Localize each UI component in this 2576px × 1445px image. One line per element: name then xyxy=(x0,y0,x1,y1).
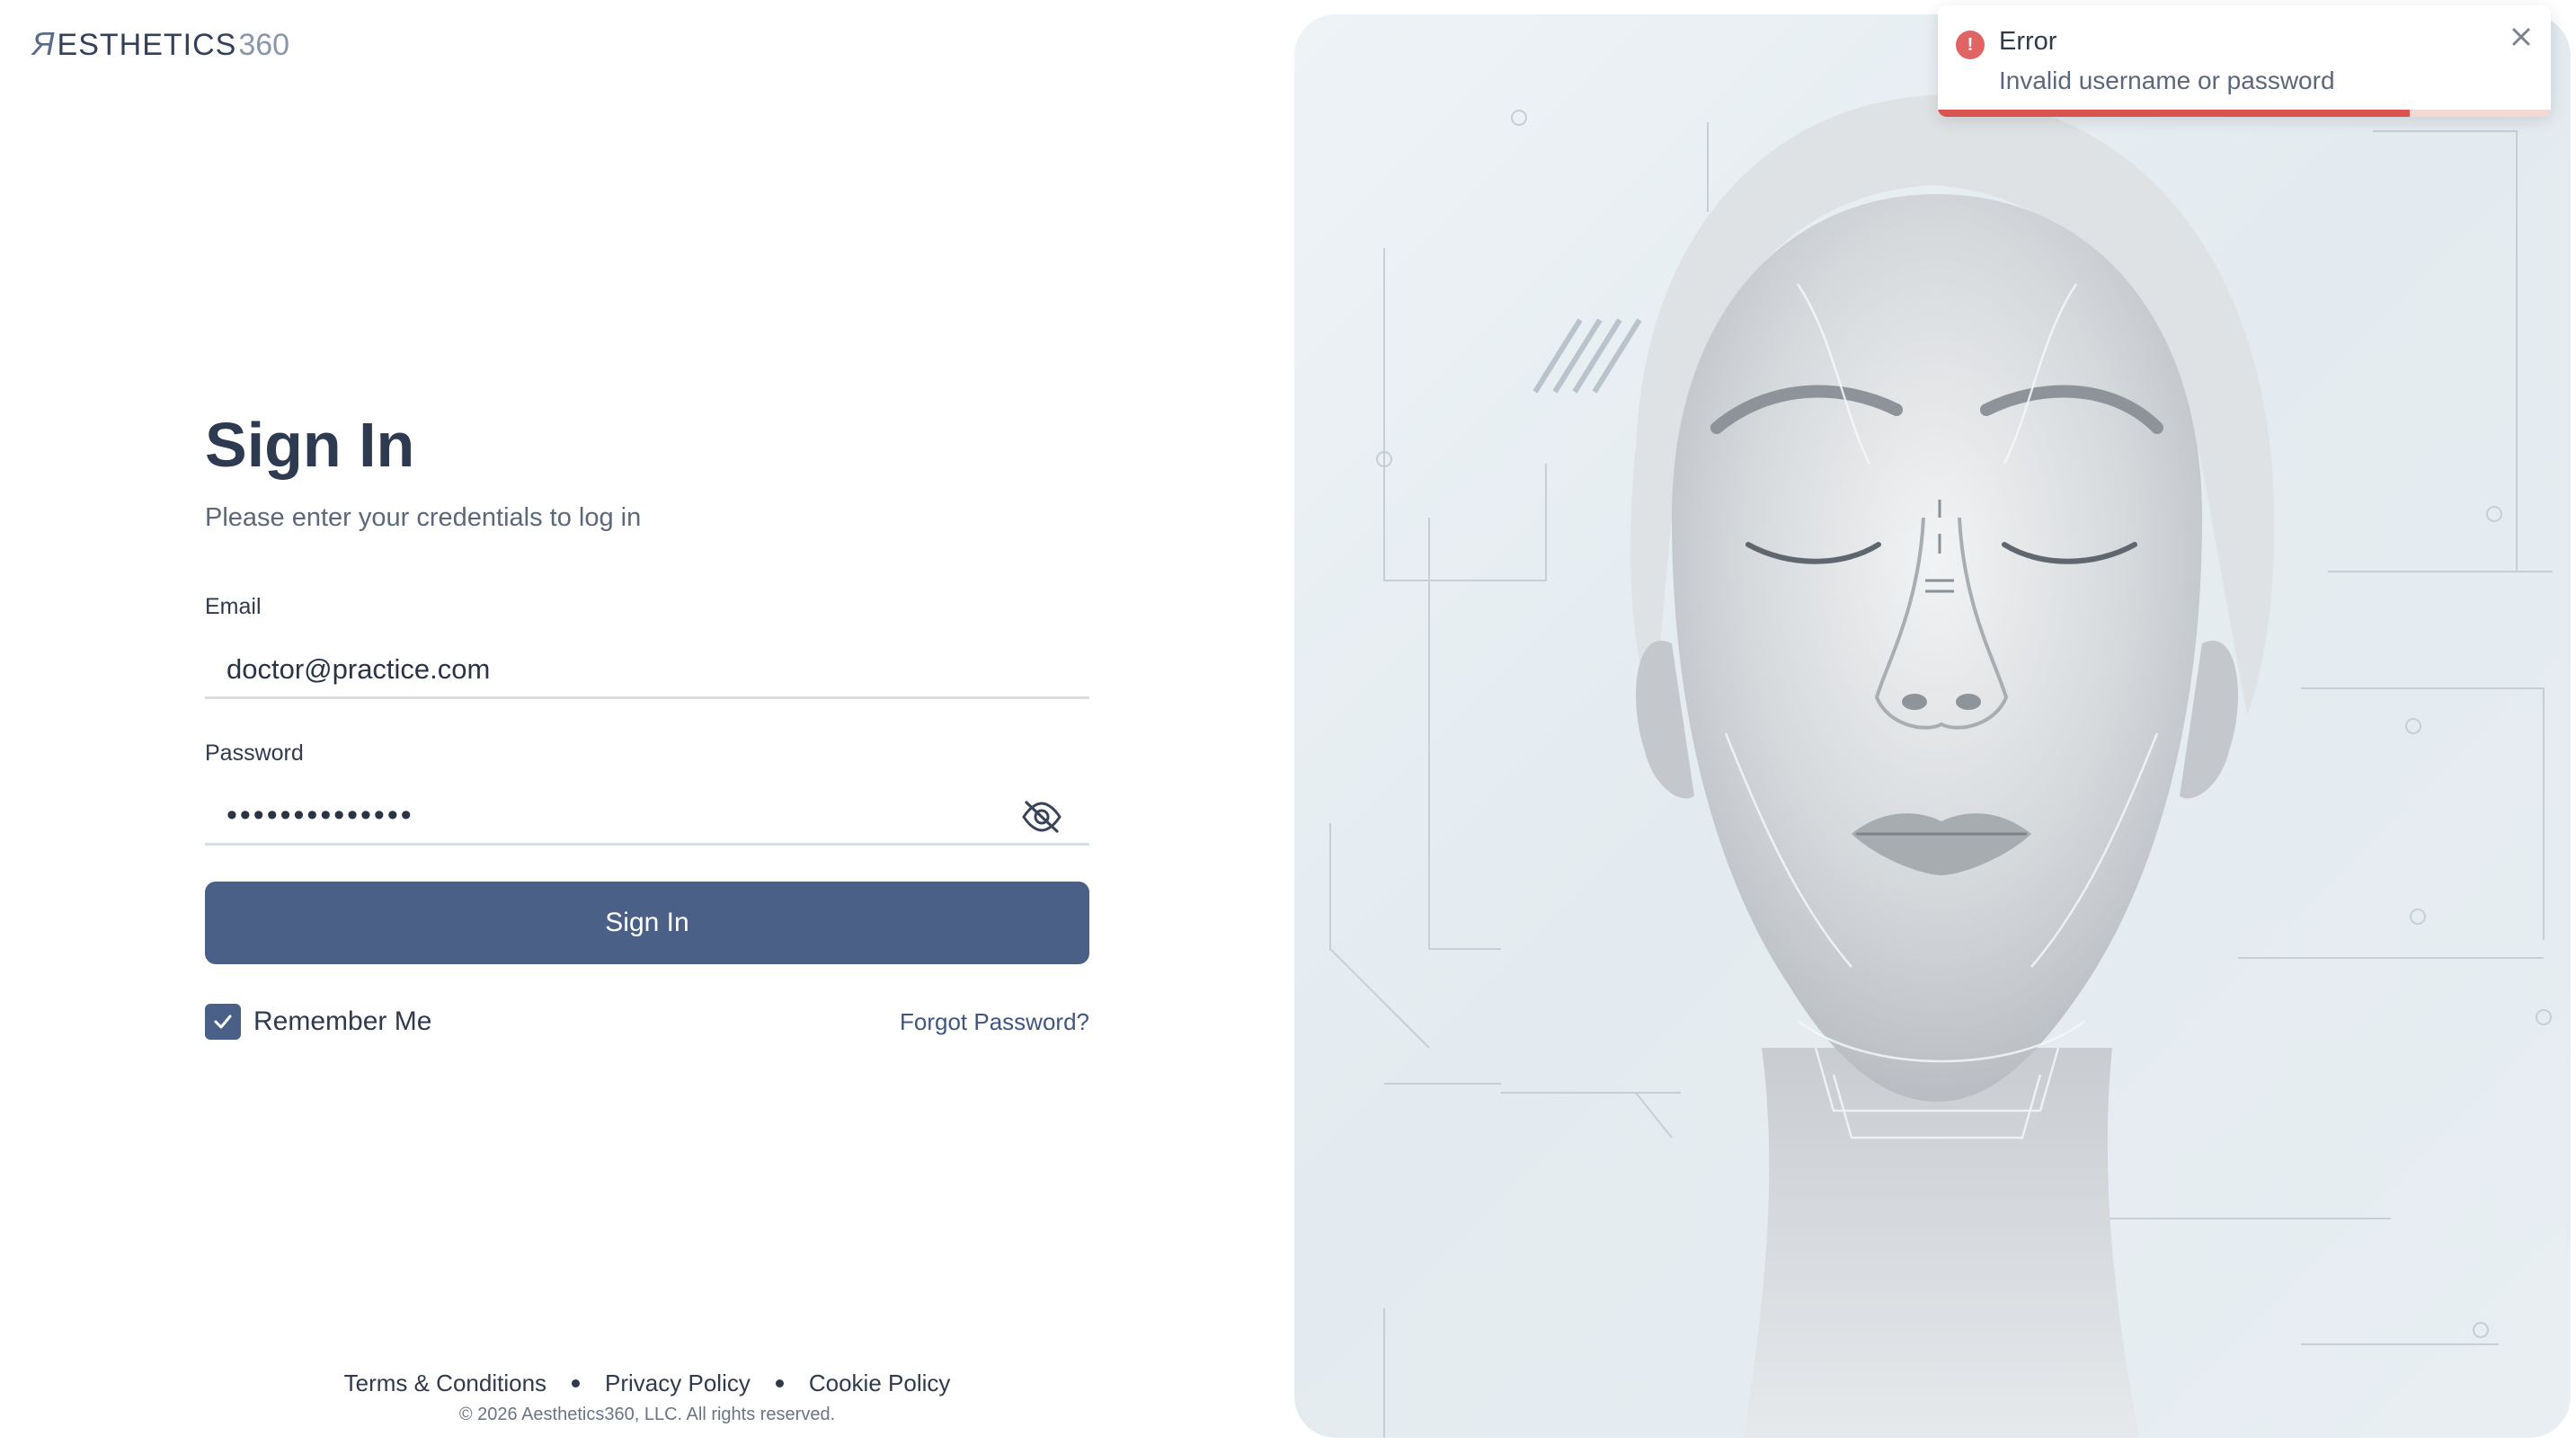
email-value: doctor@practice.com xyxy=(227,652,491,685)
password-value: •••••••••••••• xyxy=(227,798,414,832)
remember-label: Remember Me xyxy=(253,1006,432,1036)
form-options: Remember Me Forgot Password? xyxy=(205,1004,1089,1040)
login-panel: Я ESTHETICS 360 Sign In Please enter you… xyxy=(0,0,1294,1445)
remember-checkbox[interactable] xyxy=(205,1004,241,1040)
email-field[interactable]: doctor@practice.com xyxy=(205,642,1089,699)
email-label: Email xyxy=(205,594,262,619)
separator-dot xyxy=(572,1379,581,1387)
toast-title: Error xyxy=(1999,27,2057,56)
logo-number: 360 xyxy=(238,28,290,62)
brand-logo: Я ESTHETICS 360 xyxy=(32,25,289,63)
hero-illustration xyxy=(1329,95,2553,1438)
page-title: Sign In xyxy=(205,410,415,480)
logo-mark: Я xyxy=(32,25,56,62)
checkmark-icon xyxy=(214,1015,232,1029)
forgot-password-link[interactable]: Forgot Password? xyxy=(900,1008,1089,1036)
error-toast: ! Error Invalid username or password xyxy=(1938,5,2551,117)
cookie-link[interactable]: Cookie Policy xyxy=(809,1370,951,1397)
sign-in-form: Sign In Please enter your credentials to… xyxy=(205,413,1089,1040)
eye-off-icon[interactable] xyxy=(1021,799,1062,835)
footer: Terms & Conditions Privacy Policy Cookie… xyxy=(0,1370,1294,1425)
page-subtitle: Please enter your credentials to log in xyxy=(205,503,642,532)
copyright: © 2026 Aesthetics360, LLC. All rights re… xyxy=(458,1405,836,1424)
sign-in-button[interactable]: Sign In xyxy=(205,882,1089,964)
password-label: Password xyxy=(205,740,304,766)
toast-message: Invalid username or password xyxy=(1999,66,2335,94)
error-icon: ! xyxy=(1956,31,1985,59)
remember-me[interactable]: Remember Me xyxy=(205,1004,431,1040)
close-icon[interactable] xyxy=(2508,23,2535,50)
terms-link[interactable]: Terms & Conditions xyxy=(344,1370,546,1397)
separator-dot xyxy=(775,1379,784,1387)
logo-text: ESTHETICS xyxy=(57,28,237,62)
password-field[interactable]: •••••••••••••• xyxy=(205,788,1089,846)
toast-progress-bar xyxy=(1938,110,2411,117)
privacy-link[interactable]: Privacy Policy xyxy=(605,1370,751,1397)
hero-image xyxy=(1294,14,2571,1438)
footer-links: Terms & Conditions Privacy Policy Cookie… xyxy=(0,1370,1294,1397)
